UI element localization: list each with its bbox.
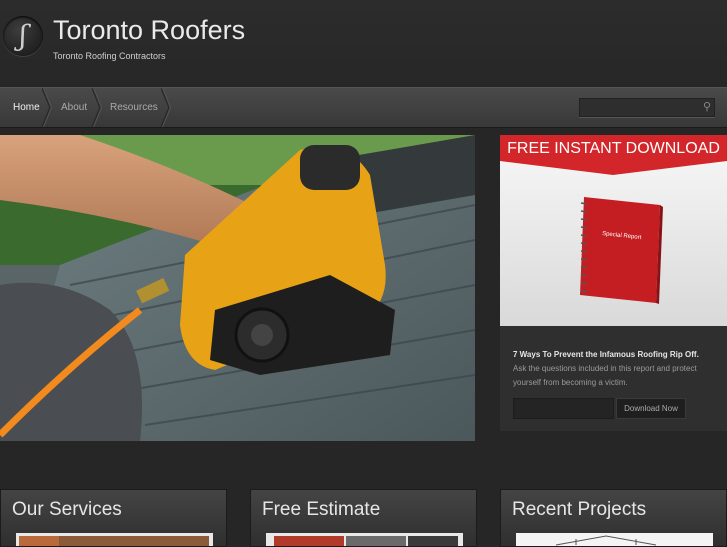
download-banner-notch xyxy=(500,161,727,175)
site-title[interactable]: Toronto Roofers xyxy=(53,15,245,46)
report-book-image: Special Report xyxy=(580,197,663,304)
download-widget: FREE INSTANT DOWNLOAD Special Report 7 W… xyxy=(500,135,727,431)
download-banner: FREE INSTANT DOWNLOAD xyxy=(500,135,727,161)
hero-image xyxy=(0,135,475,441)
panel-title: Recent Projects xyxy=(512,499,647,520)
site-header: ʃ Toronto Roofers Toronto Roofing Contra… xyxy=(0,0,727,86)
projects-thumbnail xyxy=(516,533,713,546)
roofer-nail-gun-photo xyxy=(0,135,475,441)
panel-title: Free Estimate xyxy=(262,499,381,520)
search-icon[interactable]: ⚲ xyxy=(703,100,711,113)
search-input[interactable]: ⚲ xyxy=(579,98,715,117)
site-logo[interactable]: ʃ xyxy=(3,16,43,56)
nav-separator xyxy=(161,88,171,127)
estimate-thumbnail xyxy=(266,533,463,546)
site-tagline: Toronto Roofing Contractors xyxy=(53,51,166,61)
download-button[interactable]: Download Now xyxy=(616,398,686,419)
nav-separator xyxy=(42,88,52,127)
email-field[interactable] xyxy=(513,398,614,419)
services-thumbnail xyxy=(16,533,213,546)
report-description: Ask the questions included in this repor… xyxy=(513,364,697,387)
report-title: 7 Ways To Prevent the Infamous Roofing R… xyxy=(513,350,699,359)
nav-item-resources[interactable]: Resources xyxy=(110,88,158,127)
nav-separator xyxy=(92,88,102,127)
nav-item-home[interactable]: Home xyxy=(13,88,40,127)
panel-title: Our Services xyxy=(12,499,122,520)
free-estimate-panel: Free Estimate xyxy=(250,489,477,547)
our-services-panel: Our Services xyxy=(0,489,227,547)
nav-item-about[interactable]: About xyxy=(61,88,87,127)
recent-projects-panel: Recent Projects xyxy=(500,489,727,547)
